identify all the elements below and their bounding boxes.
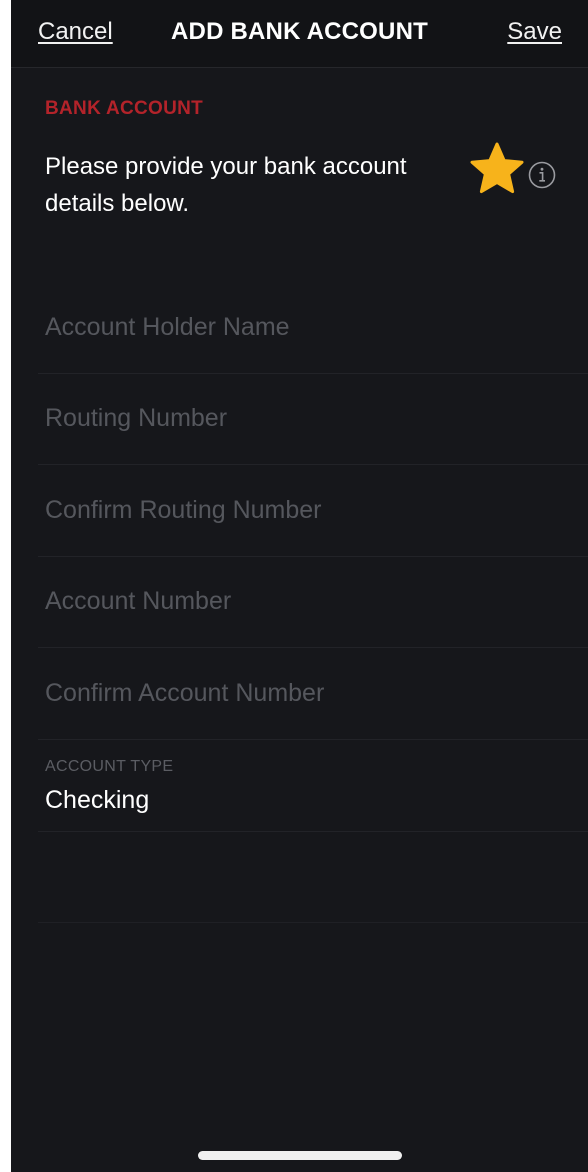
- account-type-value: Checking: [45, 786, 150, 814]
- confirm-account-number-field[interactable]: [45, 648, 565, 739]
- account-holder-name-row: [38, 282, 588, 374]
- info-icon[interactable]: [528, 161, 556, 189]
- home-indicator[interactable]: [198, 1151, 402, 1160]
- account-type-selector[interactable]: ACCOUNT TYPE Checking: [38, 740, 588, 832]
- account-holder-name-field[interactable]: [45, 282, 565, 373]
- account-number-field[interactable]: [45, 556, 565, 647]
- intro-text: Please provide your bank account details…: [45, 153, 407, 217]
- confirm-account-number-row: [38, 648, 588, 740]
- save-button[interactable]: Save: [507, 18, 562, 46]
- screen: Cancel ADD BANK ACCOUNT Save BANK ACCOUN…: [11, 0, 588, 1172]
- account-number-row: [38, 556, 588, 648]
- page-title: ADD BANK ACCOUNT: [171, 18, 428, 45]
- section-header: BANK ACCOUNT: [45, 98, 204, 119]
- navigation-bar: Cancel ADD BANK ACCOUNT Save: [11, 0, 588, 68]
- confirm-routing-number-row: [38, 465, 588, 557]
- confirm-routing-number-field[interactable]: [45, 465, 565, 556]
- routing-number-row: [38, 373, 588, 465]
- account-type-label: ACCOUNT TYPE: [45, 758, 174, 775]
- routing-number-field[interactable]: [45, 373, 565, 464]
- star-icon[interactable]: [469, 141, 525, 197]
- divider-row: [38, 831, 588, 923]
